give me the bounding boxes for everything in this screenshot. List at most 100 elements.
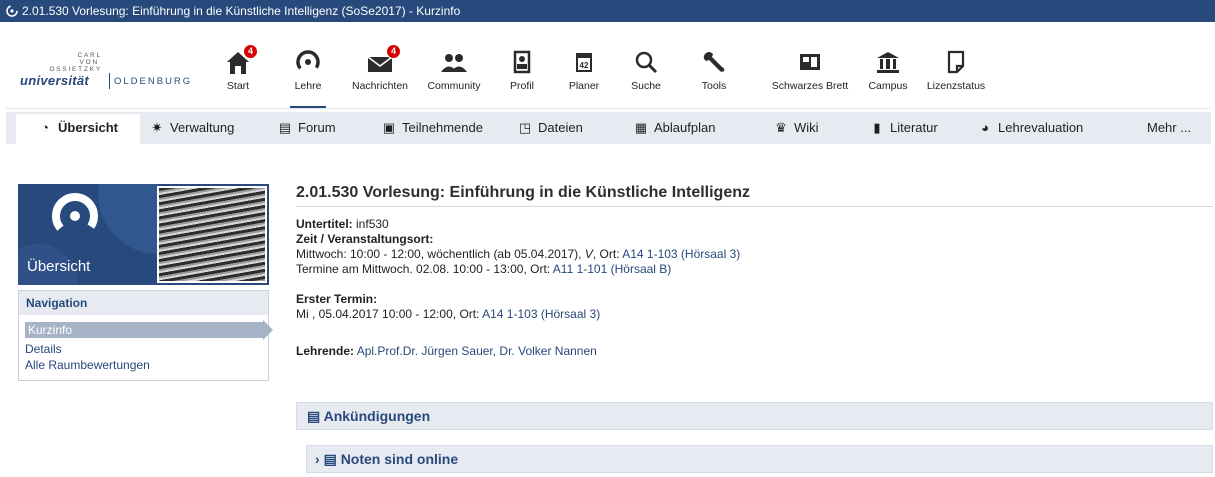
tab-label: Lehrevaluation [998, 120, 1084, 135]
nav-tools[interactable]: Tools [696, 48, 732, 104]
logo-text: OSSIETZKY [49, 66, 102, 73]
sidebar-item-raumbewertungen[interactable]: Alle Raumbewertungen [25, 358, 150, 372]
nav-planer[interactable]: 42 Planer [564, 48, 604, 104]
tab-label: Mehr ... [1147, 120, 1192, 135]
tab-label: Ablaufplan [654, 120, 716, 135]
tab-mehr[interactable]: Mehr ... [1147, 112, 1191, 144]
tab-label: Übersicht [58, 120, 118, 135]
profile-icon [513, 50, 531, 74]
field-value: Mi , 05.04.2017 10:00 - 12:00, Ort: [296, 307, 480, 321]
calendar-icon: 42 [576, 53, 592, 72]
logo-text: CARL [77, 52, 102, 59]
license-icon [947, 50, 965, 74]
tab-label: Forum [298, 120, 336, 135]
university-logo[interactable]: CARL VON OSSIETZKY universität OLDENBURG [20, 52, 200, 92]
nav-label: Profil [510, 80, 534, 92]
tab-ablaufplan[interactable]: ▦ Ablaufplan [634, 112, 716, 144]
wiki-icon: ♛ [775, 120, 787, 135]
announcements-heading: Ankündigungen [323, 408, 431, 424]
tab-label: Literatur [890, 120, 938, 135]
tab-uebersicht[interactable]: ◔ Übersicht [16, 112, 140, 144]
divider [296, 206, 1213, 207]
tab-teilnehmende[interactable]: ▣ Teilnehmende [382, 112, 483, 144]
tab-wiki[interactable]: ♛ Wiki [774, 112, 819, 144]
field-value: inf530 [356, 217, 389, 231]
nav-label: Campus [868, 80, 908, 92]
lecture-hall-photo [157, 186, 267, 283]
tab-verwaltung[interactable]: ✷ Verwaltung [150, 112, 235, 144]
announcements-header[interactable]: ▤ Ankündigungen [296, 402, 1213, 430]
window-title: 2.01.530 Vorlesung: Einführung in die Kü… [22, 4, 461, 18]
logo-text: universität [20, 73, 90, 88]
evaluation-icon: ◕ [981, 120, 989, 135]
erster-termin-heading: Erster Termin: [296, 292, 377, 307]
tab-label: Dateien [538, 120, 583, 135]
room-link[interactable]: A11 1-101 (Hörsaal B) [553, 262, 672, 276]
sidebar-item-kurzinfo[interactable]: Kurzinfo [25, 320, 273, 340]
zeit-row-2: Termine am Mittwoch. 02.08. 10:00 - 13:0… [296, 262, 671, 277]
nav-label: Lizenzstatus [926, 80, 986, 92]
nav-lizenzstatus[interactable]: Lizenzstatus [926, 48, 986, 104]
untertitel-row: Untertitel: inf530 [296, 217, 389, 232]
forum-icon: ▤ [278, 120, 292, 135]
nav-suche[interactable]: Suche [628, 48, 664, 104]
erster-termin-row: Mi , 05.04.2017 10:00 - 12:00, Ort: A14 … [296, 307, 600, 322]
logo-divider [109, 73, 110, 89]
nav-label: Tools [701, 80, 727, 92]
field-label: Zeit / Veranstaltungsort: [296, 232, 434, 246]
notification-badge: 4 [243, 44, 258, 59]
window-titlebar: 2.01.530 Vorlesung: Einführung in die Kü… [0, 0, 1215, 22]
nav-profil[interactable]: Profil [504, 48, 540, 104]
announcement-item[interactable]: › ▤ Noten sind online [306, 445, 1213, 473]
field-label: Erster Termin: [296, 292, 378, 306]
nav-community[interactable]: Community [424, 48, 484, 104]
header: CARL VON OSSIETZKY universität OLDENBURG… [6, 22, 1211, 109]
nav-start[interactable]: 4 Start [218, 44, 258, 104]
nav-label: Start [226, 80, 250, 92]
nav-schwarzes-brett[interactable]: Schwarzes Brett [768, 48, 852, 104]
notification-badge: 4 [386, 44, 401, 59]
nav-label: Nachrichten [351, 80, 409, 92]
announcement-icon: ▤ [323, 451, 337, 467]
sidebar-banner: Übersicht [18, 184, 269, 285]
tab-lehrevaluation[interactable]: ◕ Lehrevaluation [978, 112, 1083, 144]
schedule-icon: ▦ [634, 120, 648, 135]
nav-lehre[interactable]: Lehre [290, 48, 326, 104]
nav-campus[interactable]: Campus [868, 48, 908, 104]
search-icon [635, 51, 658, 74]
zeit-heading: Zeit / Veranstaltungsort: [296, 232, 433, 247]
persons-icon: ▣ [382, 120, 396, 135]
page-title: 2.01.530 Vorlesung: Einführung in die Kü… [296, 184, 750, 201]
room-link[interactable]: A14 1-103 (Hörsaal 3) [482, 307, 600, 321]
nav-label: Schwarzes Brett [771, 80, 849, 92]
tab-label: Wiki [794, 120, 819, 135]
nav-label: Community [427, 80, 481, 92]
tab-dateien[interactable]: ◳ Dateien [518, 112, 583, 144]
tab-literatur[interactable]: ▮ Literatur [870, 112, 938, 144]
field-value: , Ort: [592, 247, 620, 261]
campus-icon [877, 52, 899, 73]
lehrende-row: Lehrende: Apl.Prof.Dr. Jürgen Sauer, Dr.… [296, 344, 597, 359]
svg-text:42: 42 [580, 61, 589, 70]
lecturer-link[interactable]: Apl.Prof.Dr. Jürgen Sauer, Dr. Volker Na… [357, 344, 597, 358]
board-icon [800, 54, 820, 70]
lehre-icon [6, 5, 18, 17]
room-link[interactable]: A14 1-103 (Hörsaal 3) [622, 247, 740, 261]
tab-label: Teilnehmende [402, 120, 483, 135]
wrench-icon [703, 52, 725, 72]
field-value: Termine am Mittwoch. 02.08. 10:00 - 13:0… [296, 262, 551, 276]
field-value: Mittwoch: 10:00 - 12:00, wöchentlich (ab… [296, 247, 582, 261]
logo-text: VON [79, 59, 99, 66]
chevron-right-icon: › [315, 451, 320, 467]
lehre-icon [296, 50, 320, 74]
tab-forum[interactable]: ▤ Forum [278, 112, 336, 144]
field-label: Lehrende: [296, 344, 355, 358]
nav-nachrichten[interactable]: 4 Nachrichten [348, 44, 412, 104]
nav-label: Lehre [294, 80, 322, 92]
sidebar-item-details[interactable]: Details [25, 342, 62, 356]
book-icon: ▮ [873, 120, 881, 135]
nav-label: Suche [631, 80, 661, 92]
nav-label: Planer [568, 80, 600, 92]
files-icon: ◳ [518, 120, 532, 135]
gears-icon: ✷ [151, 120, 163, 135]
